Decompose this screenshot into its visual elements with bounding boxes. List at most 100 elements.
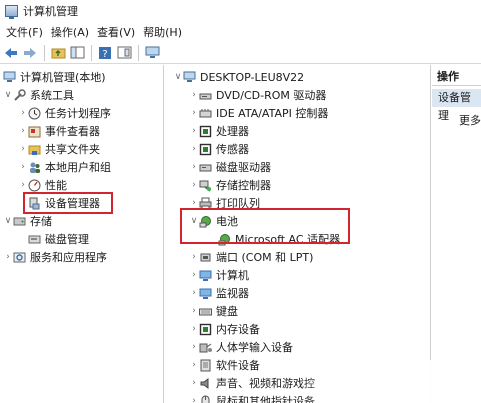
processor-icon xyxy=(199,125,212,138)
chevron-down-icon[interactable]: ∨ xyxy=(3,216,13,226)
tree-system-tools[interactable]: ∨ 系统工具 xyxy=(3,86,74,104)
device-category-storage-controller[interactable]: › 存储控制器 xyxy=(189,176,271,194)
chevron-right-icon[interactable]: › xyxy=(18,108,28,118)
chevron-right-icon[interactable]: › xyxy=(189,162,199,172)
ide-controller-icon xyxy=(199,107,212,120)
tree-item-disk-management[interactable]: 磁盘管理 xyxy=(28,230,89,248)
monitor-icon xyxy=(199,287,212,300)
device-category-label: 键盘 xyxy=(216,305,238,318)
console-tree-icon xyxy=(70,46,84,59)
tree-item-shared-folders[interactable]: › 共享文件夹 xyxy=(18,140,100,158)
properties-button[interactable] xyxy=(115,44,133,62)
chevron-right-icon[interactable]: › xyxy=(189,126,199,136)
chevron-right-icon[interactable]: › xyxy=(189,252,199,262)
device-category-ide[interactable]: › IDE ATA/ATAPI 控制器 xyxy=(189,104,328,122)
storage-controller-icon xyxy=(199,179,212,192)
chevron-right-icon[interactable]: › xyxy=(189,90,199,100)
actions-device-manager[interactable]: 设备管理 xyxy=(432,89,481,122)
tree-root[interactable]: 计算机管理(本地) xyxy=(3,68,106,86)
chevron-right-icon[interactable]: › xyxy=(189,378,199,388)
chevron-right-icon[interactable]: › xyxy=(189,342,199,352)
device-category-keyboard[interactable]: › 键盘 xyxy=(189,302,238,320)
device-category-software[interactable]: › 软件设备 xyxy=(189,356,260,374)
device-category-dvd[interactable]: › DVD/CD-ROM 驱动器 xyxy=(189,86,326,104)
chevron-right-icon[interactable]: › xyxy=(18,144,28,154)
up-folder-button[interactable] xyxy=(49,44,67,62)
chevron-right-icon[interactable]: › xyxy=(189,360,199,370)
device-category-label: 传感器 xyxy=(216,143,249,156)
toolbar: ? xyxy=(0,42,481,64)
device-category-label: DVD/CD-ROM 驱动器 xyxy=(216,89,327,102)
back-button[interactable] xyxy=(2,44,20,62)
forward-arrow-icon xyxy=(24,47,36,58)
title-bar: 计算机管理 xyxy=(0,0,481,22)
device-category-memory[interactable]: › 内存设备 xyxy=(189,320,260,338)
chevron-right-icon[interactable]: › xyxy=(189,270,199,280)
toolbar-separator xyxy=(91,44,92,61)
highlight-box-battery xyxy=(180,208,350,244)
device-category-hid[interactable]: › 人体学输入设备 xyxy=(189,338,293,356)
memory-icon xyxy=(199,323,212,336)
chevron-right-icon[interactable]: › xyxy=(189,198,199,208)
device-category-monitor[interactable]: › 监视器 xyxy=(189,284,249,302)
properties-icon xyxy=(117,46,131,59)
back-arrow-icon xyxy=(5,47,17,58)
chevron-right-icon[interactable]: › xyxy=(189,144,199,154)
device-category-sensor[interactable]: › 传感器 xyxy=(189,140,249,158)
shared-folder-icon xyxy=(28,143,41,156)
device-category-ports[interactable]: › 端口 (COM 和 LPT) xyxy=(189,248,313,266)
watermark-fade xyxy=(300,360,431,403)
tree-item-task-scheduler[interactable]: › 任务计划程序 xyxy=(18,104,111,122)
chevron-down-icon[interactable]: ∨ xyxy=(3,90,13,100)
tree-item-label: 事件查看器 xyxy=(45,125,100,138)
tree-services[interactable]: › 服务和应用程序 xyxy=(3,248,107,266)
services-icon xyxy=(13,251,26,264)
tree-item-local-users[interactable]: › 本地用户和组 xyxy=(18,158,111,176)
device-category-label: 处理器 xyxy=(216,125,249,138)
help-icon: ? xyxy=(99,46,111,60)
tree-storage[interactable]: ∨ 存储 xyxy=(3,212,52,230)
svg-text:?: ? xyxy=(102,49,107,60)
menu-bar: 文件(F) 操作(A) 查看(V) 帮助(H) xyxy=(0,22,481,42)
chevron-right-icon[interactable]: › xyxy=(189,180,199,190)
forward-button[interactable] xyxy=(21,44,39,62)
tree-item-label: 共享文件夹 xyxy=(45,143,100,156)
performance-icon xyxy=(28,179,41,192)
device-category-mouse[interactable]: › 鼠标和其他指针设备 xyxy=(189,392,315,403)
sensor-icon xyxy=(199,143,212,156)
device-tree-root[interactable]: ∨ DESKTOP-LEU8V22 xyxy=(173,68,304,86)
chevron-right-icon[interactable]: › xyxy=(189,288,199,298)
tree-item-label: 性能 xyxy=(45,179,67,192)
menu-help[interactable]: 帮助(H) xyxy=(140,24,187,40)
chevron-right-icon[interactable]: › xyxy=(18,162,28,172)
device-category-disk[interactable]: › 磁盘驱动器 xyxy=(189,158,271,176)
chevron-right-icon[interactable]: › xyxy=(189,108,199,118)
device-category-label: 存储控制器 xyxy=(216,179,271,192)
computer-name: DESKTOP-LEU8V22 xyxy=(200,70,305,84)
chevron-right-icon[interactable]: › xyxy=(189,306,199,316)
computer-icon xyxy=(199,269,212,282)
more-actions-link[interactable]: 更多 xyxy=(459,112,481,128)
event-viewer-icon xyxy=(28,125,41,138)
disk-drive-icon xyxy=(199,161,212,174)
menu-action[interactable]: 操作(A) xyxy=(48,24,94,40)
help-button[interactable]: ? xyxy=(96,44,114,62)
menu-file[interactable]: 文件(F) xyxy=(3,24,48,40)
show-hide-tree-button[interactable] xyxy=(68,44,86,62)
chevron-right-icon[interactable]: › xyxy=(18,126,28,136)
device-category-computer[interactable]: › 计算机 xyxy=(189,266,249,284)
device-category-processor[interactable]: › 处理器 xyxy=(189,122,249,140)
chevron-right-icon[interactable]: › xyxy=(189,396,199,403)
clock-icon xyxy=(28,107,41,120)
chevron-right-icon[interactable]: › xyxy=(3,252,13,262)
tree-item-label: 本地用户和组 xyxy=(45,161,111,174)
device-category-sound[interactable]: › 声音、视频和游戏控 xyxy=(189,374,315,392)
chevron-right-icon[interactable]: › xyxy=(189,324,199,334)
monitor-button[interactable] xyxy=(143,44,161,62)
device-category-label: 端口 (COM 和 LPT) xyxy=(216,251,314,264)
chevron-right-icon[interactable]: › xyxy=(18,180,28,190)
tools-icon xyxy=(13,88,26,102)
menu-view[interactable]: 查看(V) xyxy=(94,24,140,40)
tree-item-event-viewer[interactable]: › 事件查看器 xyxy=(18,122,100,140)
chevron-down-icon[interactable]: ∨ xyxy=(173,72,183,82)
